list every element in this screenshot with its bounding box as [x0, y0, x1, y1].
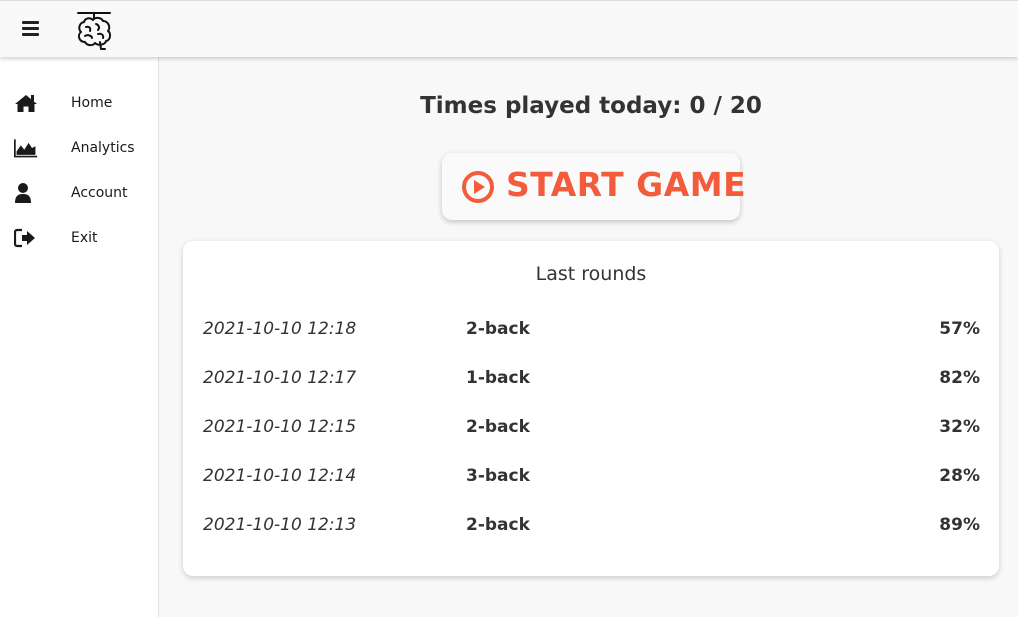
round-date: 2021-10-10 12:17: [203, 368, 357, 388]
hamburger-icon[interactable]: [22, 21, 39, 37]
round-level: 2-back: [466, 515, 530, 535]
round-level: 2-back: [466, 417, 530, 437]
table-row: 2021-10-10 12:18 2-back 57%: [183, 315, 999, 345]
sidebar-item-label: Exit: [71, 230, 98, 246]
round-date: 2021-10-10 12:13: [203, 515, 357, 535]
round-level: 3-back: [466, 466, 530, 486]
round-date: 2021-10-10 12:14: [203, 466, 357, 486]
sidebar-item-label: Home: [71, 95, 113, 111]
sidebar-item-analytics[interactable]: Analytics: [0, 129, 158, 169]
table-row: 2021-10-10 12:17 1-back 82%: [183, 364, 999, 394]
user-icon: [15, 183, 31, 203]
table-row: 2021-10-10 12:14 3-back 28%: [183, 462, 999, 492]
times-played-today: Times played today: 0 / 20: [420, 93, 762, 119]
sidebar-item-account[interactable]: Account: [0, 174, 158, 214]
area-chart-icon: [14, 139, 38, 158]
sidebar-item-label: Account: [71, 185, 128, 201]
round-score: 28%: [939, 466, 980, 486]
start-game-label: START GAME: [506, 165, 747, 204]
round-score: 57%: [939, 319, 980, 339]
sidebar: Home Analytics Account Exit: [0, 57, 159, 617]
sidebar-item-exit[interactable]: Exit: [0, 219, 158, 259]
start-game-button[interactable]: START GAME: [442, 153, 746, 220]
sign-out-icon: [14, 228, 35, 248]
table-row: 2021-10-10 12:15 2-back 32%: [183, 413, 999, 443]
top-bar: [0, 0, 1018, 57]
home-icon: [15, 95, 37, 112]
round-level: 1-back: [466, 368, 530, 388]
last-rounds-title: Last rounds: [535, 263, 647, 285]
round-score: 82%: [939, 368, 980, 388]
round-date: 2021-10-10 12:15: [203, 417, 357, 437]
main-content: Times played today: 0 / 20 START GAME La…: [159, 57, 1018, 617]
sidebar-item-label: Analytics: [71, 140, 135, 156]
brain-icon[interactable]: [74, 9, 114, 53]
round-score: 89%: [939, 515, 980, 535]
round-level: 2-back: [466, 319, 530, 339]
sidebar-item-home[interactable]: Home: [0, 84, 158, 124]
table-row: 2021-10-10 12:13 2-back 89%: [183, 511, 999, 541]
last-rounds-card: Last rounds 2021-10-10 12:18 2-back 57% …: [183, 241, 999, 576]
round-score: 32%: [939, 417, 980, 437]
play-circle-icon: [462, 171, 494, 203]
round-date: 2021-10-10 12:18: [203, 319, 357, 339]
